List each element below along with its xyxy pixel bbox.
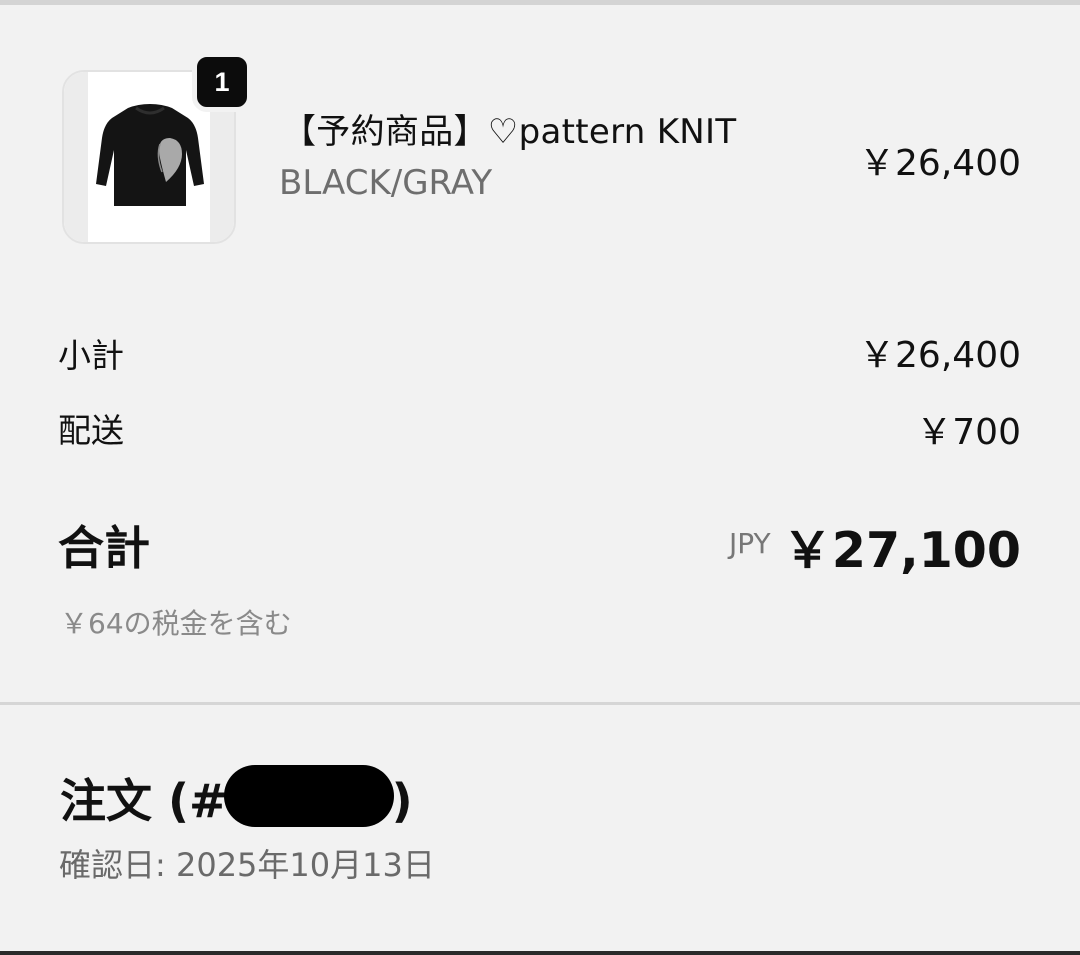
quantity-badge: 1 [192, 52, 252, 112]
total-value: ￥27,100 [782, 522, 1021, 579]
section-divider [0, 702, 1080, 705]
top-divider [0, 0, 1080, 5]
order-title-suffix: ) [391, 774, 413, 828]
product-name: 【予約商品】♡pattern KNIT [282, 112, 737, 152]
confirm-date-label: 確認日: [59, 846, 166, 884]
product-variant: BLACK/GRAY [279, 163, 493, 203]
total-label: 合計 [58, 521, 150, 575]
redacted-order-number [223, 765, 394, 827]
subtotal-label: 小計 [58, 336, 124, 375]
product-price: ￥26,400 [859, 143, 1021, 184]
order-summary-page: 1 【予約商品】♡pattern KNIT BLACK/GRAY ￥26,400… [0, 0, 1080, 955]
order-title-prefix: 注文 (# [60, 774, 228, 828]
shipping-label: 配送 [58, 411, 124, 450]
shipping-value: ￥700 [916, 412, 1021, 453]
confirm-date-value: 2025年10月13日 [175, 846, 435, 884]
knit-sweater-icon [96, 104, 204, 206]
bottom-edge [0, 951, 1080, 955]
subtotal-value: ￥26,400 [859, 335, 1021, 376]
order-number-heading: 注文 (#) [60, 765, 413, 831]
tax-note: ￥64の税金を含む [60, 607, 292, 640]
currency-code: JPY [729, 527, 771, 560]
confirmation-date: 確認日: 2025年10月13日 [59, 840, 435, 886]
